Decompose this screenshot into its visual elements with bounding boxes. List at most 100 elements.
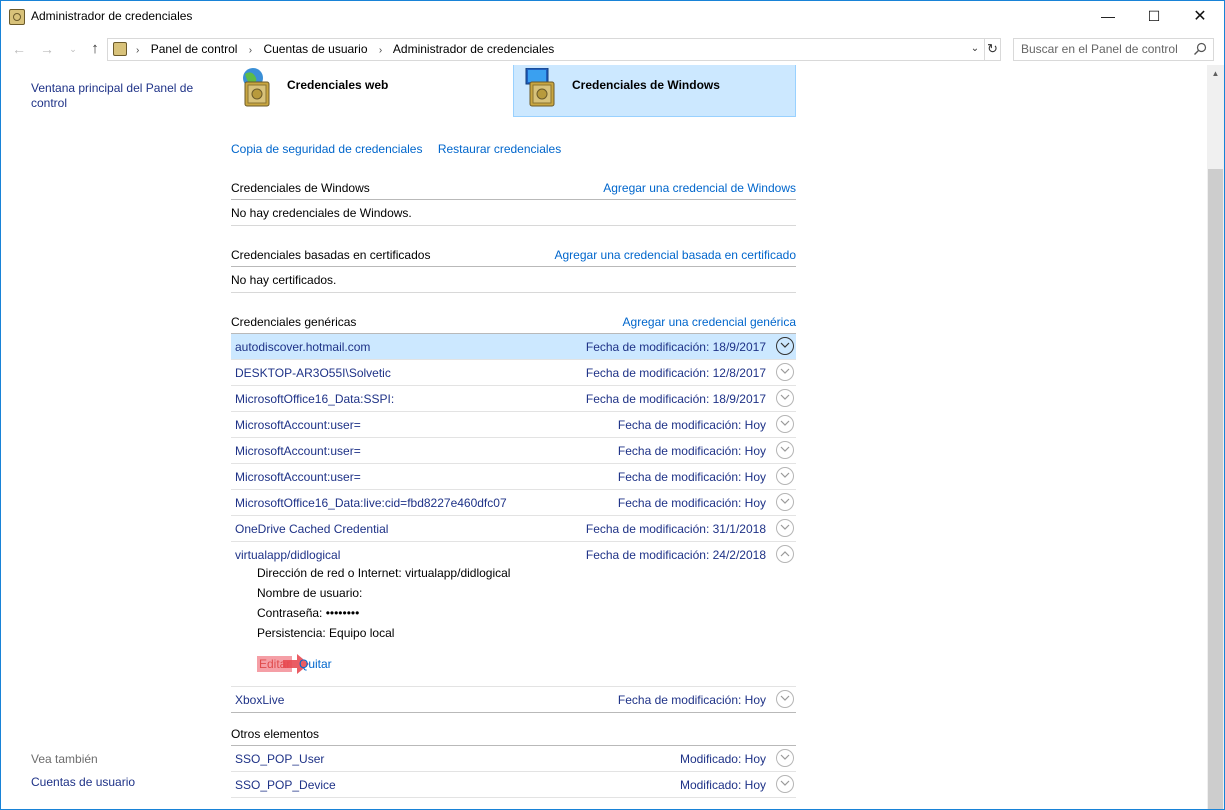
main-content: Credenciales web Credenciales de Windows… bbox=[215, 65, 1207, 809]
credential-row[interactable]: XboxLive Fecha de modificación: Hoy bbox=[231, 687, 796, 713]
section-title: Credenciales genéricas bbox=[231, 315, 357, 329]
expand-chevron-icon[interactable] bbox=[776, 415, 794, 433]
credential-row[interactable]: MicrosoftOffice16_Data:SSPI: Fecha de mo… bbox=[231, 386, 796, 412]
credential-row[interactable]: SSO_POP_User Modificado: Hoy bbox=[231, 746, 796, 772]
restore-credentials-link[interactable]: Restaurar credenciales bbox=[438, 142, 561, 156]
maximize-button[interactable]: ☐ bbox=[1131, 1, 1177, 32]
generic-credentials-section: Credenciales genéricas Agregar una crede… bbox=[231, 309, 796, 713]
expand-chevron-icon[interactable] bbox=[776, 519, 794, 537]
credential-name[interactable]: DESKTOP-AR3O55I\Solvetic bbox=[235, 366, 391, 380]
web-credentials-label[interactable]: Credenciales web bbox=[287, 78, 388, 92]
credential-date: Fecha de modificación: 18/9/2017 bbox=[585, 340, 766, 354]
search-input[interactable]: Buscar en el Panel de control bbox=[1021, 42, 1178, 56]
empty-message: No hay certificados. bbox=[231, 267, 796, 293]
credential-date: Fecha de modificación: 12/8/2017 bbox=[585, 366, 766, 380]
credential-name[interactable]: MicrosoftAccount:user= bbox=[235, 418, 361, 432]
back-arrow-icon[interactable]: ← bbox=[9, 39, 29, 59]
windows-credentials-label[interactable]: Credenciales de Windows bbox=[572, 78, 720, 92]
breadcrumb: › Panel de control › Cuentas de usuario … bbox=[134, 42, 554, 56]
address-bar[interactable]: › Panel de control › Cuentas de usuario … bbox=[107, 38, 1001, 61]
credential-row[interactable]: OneDrive Cached Credential Fecha de modi… bbox=[231, 516, 796, 542]
minimize-button[interactable]: — bbox=[1085, 1, 1131, 32]
credential-date: Fecha de modificación: Hoy bbox=[617, 470, 766, 484]
credential-name[interactable]: MicrosoftAccount:user= bbox=[235, 470, 361, 484]
detail-username: Nombre de usuario: bbox=[257, 586, 363, 600]
credential-name[interactable]: MicrosoftOffice16_Data:SSPI: bbox=[235, 392, 394, 406]
credential-name[interactable]: XboxLive bbox=[235, 693, 284, 707]
detail-address: Dirección de red o Internet: virtualapp/… bbox=[257, 566, 511, 580]
expand-chevron-icon[interactable] bbox=[776, 467, 794, 485]
credential-date: Modificado: Hoy bbox=[679, 752, 766, 766]
control-panel-icon bbox=[113, 42, 127, 56]
address-dropdown-chevron-icon[interactable]: ⌄ bbox=[968, 40, 982, 58]
collapse-chevron-icon[interactable] bbox=[776, 545, 794, 563]
refresh-icon[interactable]: ↻ bbox=[984, 39, 1000, 60]
scrollbar-thumb[interactable] bbox=[1208, 169, 1223, 809]
credential-name[interactable]: MicrosoftAccount:user= bbox=[235, 444, 361, 458]
credential-name[interactable]: SSO_POP_Device bbox=[235, 778, 336, 792]
web-credentials-vault-icon bbox=[243, 68, 270, 107]
add-windows-credential-link[interactable]: Agregar una credencial de Windows bbox=[603, 181, 796, 195]
recent-locations-chevron-icon[interactable]: ⌄ bbox=[63, 39, 83, 59]
backup-credentials-link[interactable]: Copia de seguridad de credenciales bbox=[231, 142, 422, 156]
scroll-up-arrow-icon[interactable]: ▲ bbox=[1207, 69, 1224, 78]
expand-chevron-icon[interactable] bbox=[776, 363, 794, 381]
search-icon[interactable] bbox=[1192, 41, 1208, 57]
up-arrow-icon[interactable]: ↑ bbox=[85, 39, 105, 59]
credential-row[interactable]: MicrosoftOffice16_Data:live:cid=fbd8227e… bbox=[231, 490, 796, 516]
breadcrumb-user-accounts[interactable]: Cuentas de usuario bbox=[263, 42, 367, 56]
breadcrumb-control-panel[interactable]: Panel de control bbox=[151, 42, 238, 56]
section-title: Otros elementos bbox=[231, 727, 320, 741]
add-certificate-credential-link[interactable]: Agregar una credencial basada en certifi… bbox=[555, 248, 797, 262]
credential-date: Fecha de modificación: Hoy bbox=[617, 444, 766, 458]
credential-row[interactable]: autodiscover.hotmail.com Fecha de modifi… bbox=[231, 334, 796, 360]
section-title: Credenciales de Windows bbox=[231, 181, 370, 195]
credential-name[interactable]: autodiscover.hotmail.com bbox=[235, 340, 370, 354]
credential-row[interactable]: DESKTOP-AR3O55I\Solvetic Fecha de modifi… bbox=[231, 360, 796, 386]
expand-chevron-icon[interactable] bbox=[776, 441, 794, 459]
credential-date: Fecha de modificación: 31/1/2018 bbox=[585, 522, 766, 536]
empty-message-text: No hay credenciales de Windows. bbox=[231, 206, 412, 220]
expand-chevron-icon[interactable] bbox=[776, 749, 794, 767]
section-header: Credenciales de Windows Agregar una cred… bbox=[231, 175, 796, 200]
credential-date: Fecha de modificación: Hoy bbox=[617, 418, 766, 432]
credential-row-expanded[interactable]: virtualapp/didlogical Fecha de modificac… bbox=[231, 542, 796, 567]
credential-row[interactable]: SSO_POP_Device Modificado: Hoy bbox=[231, 772, 796, 798]
certificate-credentials-section: Credenciales basadas en certificados Agr… bbox=[231, 242, 796, 293]
expand-chevron-icon[interactable] bbox=[776, 389, 794, 407]
expand-chevron-icon[interactable] bbox=[776, 775, 794, 793]
user-accounts-link[interactable]: Cuentas de usuario bbox=[31, 775, 135, 789]
control-panel-home-link[interactable]: Ventana principal del Panel de control bbox=[31, 81, 206, 111]
web-credentials-tile[interactable]: Credenciales web bbox=[229, 65, 497, 116]
credential-name[interactable]: OneDrive Cached Credential bbox=[235, 522, 388, 536]
credential-date: Fecha de modificación: 18/9/2017 bbox=[585, 392, 766, 406]
search-box[interactable]: Buscar en el Panel de control bbox=[1013, 38, 1214, 61]
breadcrumb-separator-icon[interactable]: › bbox=[136, 45, 139, 56]
credential-vault-icon bbox=[9, 9, 25, 25]
breadcrumb-credential-manager[interactable]: Administrador de credenciales bbox=[393, 42, 554, 56]
credential-row[interactable]: MicrosoftAccount:user= Fecha de modifica… bbox=[231, 464, 796, 490]
close-button[interactable]: ✕ bbox=[1177, 1, 1223, 32]
credential-name[interactable]: virtualapp/didlogical bbox=[235, 548, 340, 562]
credential-name[interactable]: MicrosoftOffice16_Data:live:cid=fbd8227e… bbox=[235, 496, 507, 510]
detail-persistence: Persistencia: Equipo local bbox=[257, 626, 395, 640]
expand-chevron-icon[interactable] bbox=[776, 690, 794, 708]
remove-link[interactable]: Quitar bbox=[299, 657, 332, 671]
add-generic-credential-link[interactable]: Agregar una credencial genérica bbox=[623, 315, 796, 329]
section-header: Otros elementos bbox=[231, 721, 796, 746]
credential-row[interactable]: MicrosoftAccount:user= Fecha de modifica… bbox=[231, 412, 796, 438]
empty-message: No hay credenciales de Windows. bbox=[231, 200, 796, 226]
breadcrumb-separator-icon[interactable]: › bbox=[379, 45, 382, 56]
breadcrumb-separator-icon[interactable]: › bbox=[249, 45, 252, 56]
window-title: Administrador de credenciales bbox=[31, 9, 193, 23]
credential-row[interactable]: MicrosoftAccount:user= Fecha de modifica… bbox=[231, 438, 796, 464]
windows-credentials-tile[interactable]: Credenciales de Windows bbox=[513, 65, 796, 117]
expand-chevron-icon[interactable] bbox=[776, 337, 794, 355]
vertical-scrollbar[interactable]: ▲ bbox=[1207, 65, 1224, 809]
credential-name[interactable]: SSO_POP_User bbox=[235, 752, 324, 766]
credential-date: Modificado: Hoy bbox=[679, 778, 766, 792]
expand-chevron-icon[interactable] bbox=[776, 493, 794, 511]
see-also-heading: Vea también bbox=[31, 752, 98, 766]
forward-arrow-icon[interactable]: → bbox=[37, 39, 57, 59]
windows-credentials-vault-icon bbox=[525, 68, 555, 107]
